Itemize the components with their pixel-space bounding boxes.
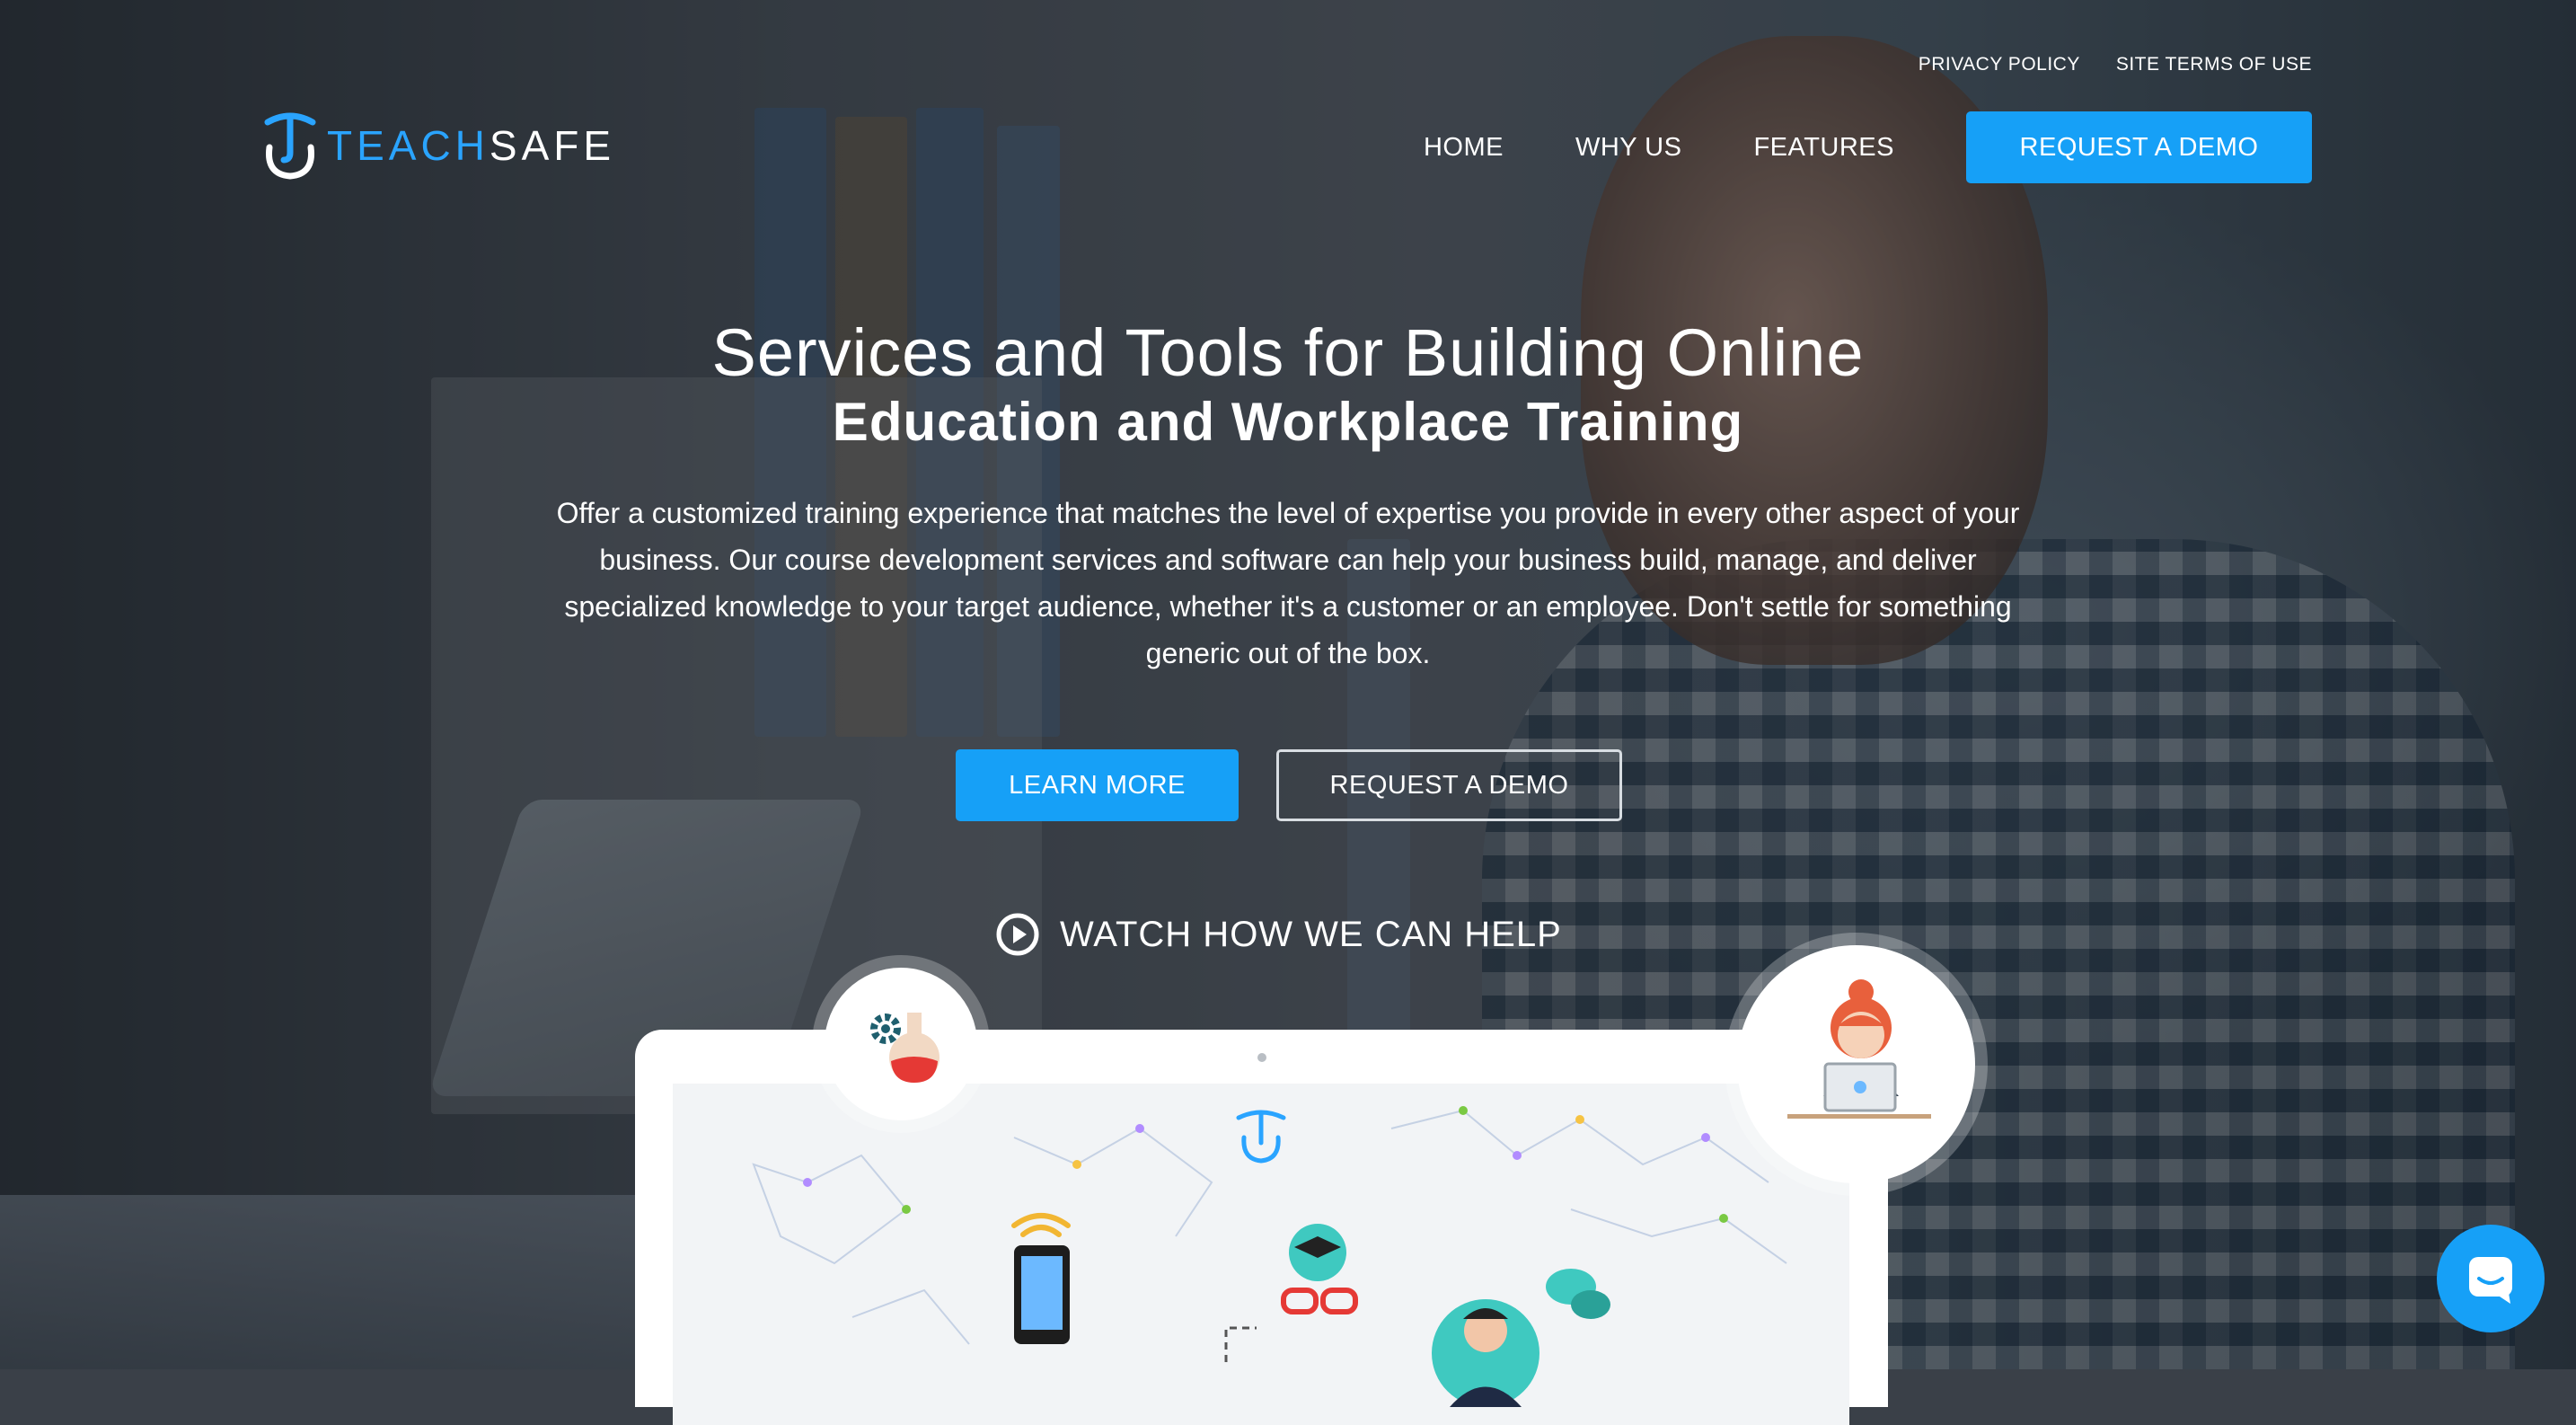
logo-small-icon [1236, 1110, 1286, 1164]
privacy-policy-link[interactable]: PRIVACY POLICY [1919, 54, 2080, 75]
logo-text-teach: TEACH [327, 122, 490, 169]
hero-actions: LEARN MORE REQUEST A DEMO [956, 749, 1622, 821]
chat-icon [2469, 1257, 2512, 1304]
nav-features[interactable]: FEATURES [1753, 133, 1894, 163]
phone-wifi-icon [1011, 1213, 1071, 1344]
hero-title-line2: Education and Workplace Training [832, 392, 1744, 452]
network-illustration [752, 1106, 1787, 1407]
site-terms-link[interactable]: SITE TERMS OF USE [2116, 54, 2312, 75]
worker-laptop-badge [1737, 945, 1975, 1183]
logo-wordmark: TEACHSAFE [327, 121, 615, 170]
request-demo-button-header[interactable]: REQUEST A DEMO [1966, 111, 2312, 183]
utility-links: PRIVACY POLICY SITE TERMS OF USE [1919, 54, 2312, 75]
graduate-glasses-icon [1281, 1224, 1358, 1314]
learn-more-button[interactable]: LEARN MORE [956, 749, 1239, 821]
device-mockup [635, 1030, 1888, 1425]
teachsafe-logo[interactable]: TEACHSAFE [262, 111, 615, 180]
watch-video-link[interactable]: WATCH HOW WE CAN HELP [995, 912, 1562, 957]
play-icon [996, 913, 1039, 956]
flask-gear-icon [870, 1013, 940, 1083]
device-camera [1257, 1053, 1266, 1062]
chat-bubbles-icon [1546, 1269, 1610, 1319]
chat-widget-button[interactable] [2437, 1225, 2545, 1332]
hero-description: Offer a customized training experience t… [556, 497, 2020, 669]
watch-video-label: WATCH HOW WE CAN HELP [1060, 914, 1562, 954]
main-nav: HOME WHY US FEATURES REQUEST A DEMO [1424, 111, 2312, 183]
nav-home[interactable]: HOME [1424, 133, 1504, 163]
logo-icon [264, 112, 316, 180]
request-demo-button-hero[interactable]: REQUEST A DEMO [1276, 749, 1622, 821]
worker-laptop-icon [1787, 979, 1931, 1119]
flask-gear-badge [825, 968, 977, 1120]
person-avatar-icon [1432, 1299, 1539, 1407]
hero-title-line1: Services and Tools for Building Online [711, 315, 1865, 390]
nav-why-us[interactable]: WHY US [1575, 133, 1681, 163]
device-screen-illustration [673, 1084, 1849, 1425]
logo-text-safe: SAFE [489, 122, 616, 169]
